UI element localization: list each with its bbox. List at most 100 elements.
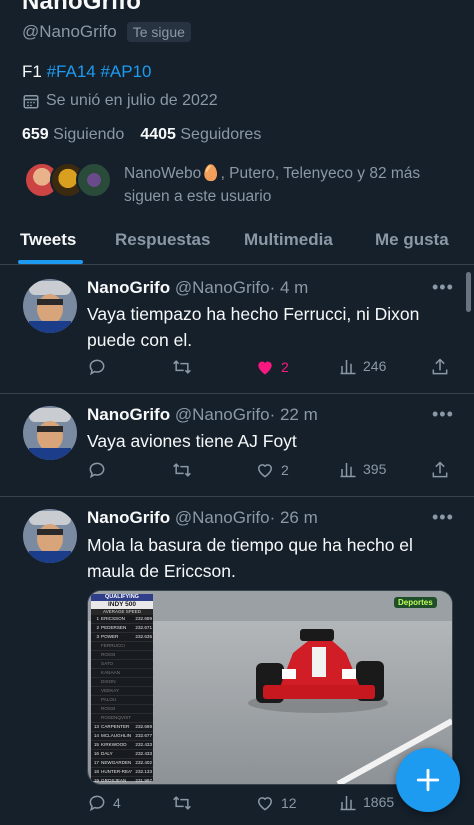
- tweet-time[interactable]: · 26 m: [270, 508, 318, 527]
- leaderboard-position: [91, 651, 99, 659]
- views-button[interactable]: 395: [339, 460, 386, 478]
- like-count: 12: [281, 795, 297, 811]
- leaderboard-speed: 232.677: [135, 733, 152, 738]
- leaderboard-row: 15 KIRKWOOD 232.433: [91, 741, 153, 750]
- retweet-button[interactable]: [171, 793, 199, 813]
- like-button[interactable]: 12: [255, 793, 297, 813]
- leaderboard-position: 19: [93, 778, 99, 783]
- known-followers-avatars[interactable]: [24, 162, 112, 198]
- reply-button[interactable]: [87, 460, 113, 480]
- leaderboard-driver: VEEKAY: [101, 688, 120, 693]
- leaderboard-position: 15: [93, 742, 99, 747]
- qualifying-leaderboard: QUALIFYING INDY 500 AVERAGE SPEED 1 ERICS…: [91, 594, 153, 783]
- known-followers-text[interactable]: NanoWebo🥚, Putero, Telenyeco y 82 más si…: [124, 162, 464, 208]
- profile-bio: F1 #FA14 #AP10: [22, 62, 152, 82]
- tab-respuestas[interactable]: Respuestas: [115, 230, 210, 250]
- retweet-button[interactable]: [171, 357, 199, 377]
- leaderboard-speed: [132, 705, 152, 713]
- tweet[interactable]: NanoGrifo @NanoGrifo· 4 m ••• Vaya tiemp…: [0, 265, 474, 394]
- retweet-icon: [173, 360, 191, 374]
- leaderboard-driver: KANAAN: [101, 670, 120, 675]
- leaderboard-speed: [132, 714, 152, 722]
- author-name[interactable]: NanoGrifo: [87, 508, 170, 527]
- leaderboard-speed: 232.671: [135, 625, 152, 630]
- author-handle[interactable]: @NanoGrifo: [175, 405, 270, 424]
- author-name[interactable]: NanoGrifo: [87, 405, 170, 424]
- tab-tweets[interactable]: Tweets: [20, 230, 76, 250]
- retweet-button[interactable]: [171, 460, 199, 480]
- leaderboard-speed: [132, 651, 152, 659]
- avatar[interactable]: [23, 406, 77, 460]
- hashtag-link[interactable]: #FA14: [47, 62, 96, 81]
- leaderboard-row: 13 CARPENTER 232.669: [91, 723, 153, 732]
- tweet-time[interactable]: · 4 m: [270, 278, 309, 297]
- following-link[interactable]: 659 Siguiendo: [22, 126, 124, 144]
- leaderboard-driver: PALOU: [101, 697, 117, 702]
- tweet-header: NanoGrifo @NanoGrifo· 4 m: [87, 278, 308, 298]
- leaderboard-position: 13: [93, 724, 99, 729]
- more-options-icon[interactable]: •••: [432, 404, 454, 425]
- joined-text: Se unió en julio de 2022: [46, 92, 218, 109]
- plus-icon: [416, 768, 440, 792]
- tweet-actions: 2 246: [87, 357, 457, 381]
- leaderboard-position: [91, 696, 99, 704]
- leaderboard-position: 3: [96, 634, 99, 639]
- followers-link[interactable]: 4405 Seguidores: [140, 126, 261, 144]
- like-count: 2: [281, 359, 289, 375]
- hashtag-link[interactable]: #AP10: [100, 62, 151, 81]
- tab-me-gusta[interactable]: Me gusta: [375, 230, 449, 250]
- tweet-media-image[interactable]: Deportes QUALIFYING INDY 500 AVERAGE SPE…: [87, 590, 453, 785]
- leaderboard-driver: KIRKWOOD: [101, 742, 127, 747]
- leaderboard-row: 18 HUNTER-REAY 232.133: [91, 768, 153, 777]
- leaderboard-speed: [132, 678, 152, 686]
- author-handle[interactable]: @NanoGrifo: [175, 508, 270, 527]
- follow-stats: 659 Siguiendo 4405 Seguidores: [22, 126, 261, 144]
- leaderboard-driver: POWER: [101, 634, 119, 639]
- reply-button[interactable]: [87, 357, 113, 377]
- leaderboard-row: ROSENQVIST: [91, 714, 153, 723]
- share-icon: [432, 358, 448, 375]
- avatar[interactable]: [23, 279, 77, 333]
- tweet-text: Mola la basura de tiempo que ha hecho el…: [87, 535, 413, 581]
- like-button[interactable]: 2: [255, 460, 289, 480]
- avatar[interactable]: [23, 509, 77, 563]
- leaderboard-row: 1 ERICSSON 232.689: [91, 615, 153, 624]
- leaderboard-driver: PEDERSEN: [101, 625, 127, 630]
- tweet-header: NanoGrifo @NanoGrifo· 26 m: [87, 508, 318, 528]
- tweet-time[interactable]: · 22 m: [270, 405, 318, 424]
- views-button[interactable]: 246: [339, 357, 386, 375]
- broadcast-badge: Deportes: [394, 597, 437, 608]
- leaderboard-driver: DALY: [101, 751, 113, 756]
- tab-multimedia[interactable]: Multimedia: [244, 230, 333, 250]
- more-options-icon[interactable]: •••: [432, 507, 454, 528]
- reply-button[interactable]: 4: [87, 793, 121, 813]
- leaderboard-position: [91, 660, 99, 668]
- profile-tabs: Tweets Respuestas Multimedia Me gusta: [0, 220, 474, 265]
- tweet[interactable]: NanoGrifo @NanoGrifo· 22 m ••• Vaya avio…: [0, 394, 474, 497]
- leaderboard-position: 14: [93, 733, 99, 738]
- more-options-icon[interactable]: •••: [432, 277, 454, 298]
- views-button[interactable]: 1865: [339, 793, 394, 811]
- leaderboard-row: 3 POWER 232.635: [91, 633, 153, 642]
- author-name[interactable]: NanoGrifo: [87, 278, 170, 297]
- follows-you-badge: Te sigue: [126, 22, 191, 42]
- leaderboard-speed: 232.402: [135, 760, 152, 765]
- leaderboard-position: [91, 678, 99, 686]
- leaderboard-speed: 232.669: [135, 724, 152, 729]
- like-button[interactable]: 2: [255, 357, 289, 377]
- heart-icon: [257, 797, 273, 811]
- leaderboard-row: 19 GROSJEAN 231.997: [91, 777, 153, 784]
- view-count: 395: [363, 461, 387, 477]
- compose-tweet-button[interactable]: [396, 748, 460, 812]
- joined-date: Se unió en julio de 2022: [22, 92, 218, 110]
- leaderboard-row: PALOU: [91, 696, 153, 705]
- share-button[interactable]: [430, 460, 450, 480]
- leaderboard-position: 1: [96, 616, 99, 621]
- active-tab-indicator: [18, 260, 83, 264]
- leaderboard-position: [91, 687, 99, 695]
- like-count: 2: [281, 462, 289, 478]
- share-button[interactable]: [430, 357, 450, 377]
- leaderboard-driver: HUNTER-REAY: [101, 769, 132, 774]
- author-handle[interactable]: @NanoGrifo: [175, 278, 270, 297]
- views-icon: [340, 796, 356, 811]
